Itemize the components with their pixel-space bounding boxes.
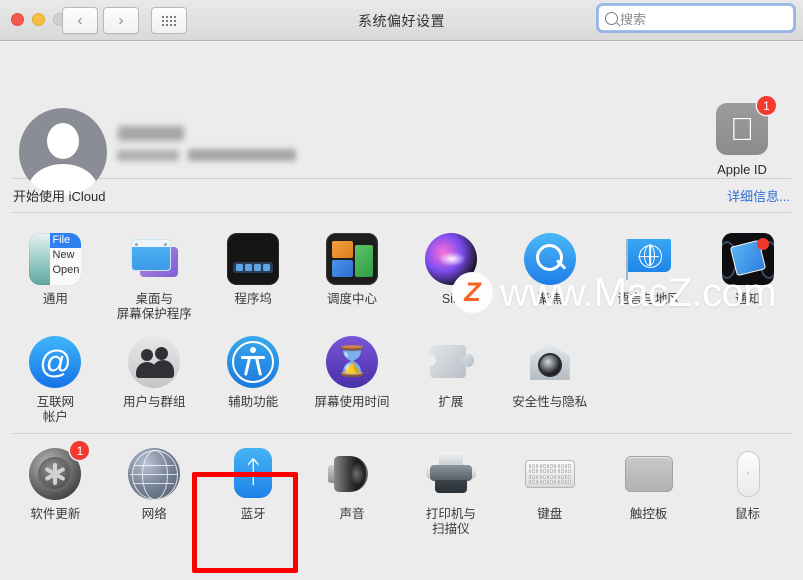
pref-label: 打印机与 扫描仪	[425, 507, 476, 536]
pref-internet-accounts[interactable]: @ 互联网 帐户	[6, 330, 105, 433]
preferences-content:  1 Apple ID 开始使用 iCloud 详细信息... File	[0, 41, 803, 551]
accessibility-icon	[227, 336, 280, 388]
spotlight-icon	[523, 233, 576, 285]
pref-accessibility[interactable]: 辅助功能	[204, 330, 303, 433]
search-placeholder: 搜索	[620, 11, 647, 27]
pref-label: 程序坞	[234, 292, 272, 306]
pref-network[interactable]: 网络	[105, 442, 204, 545]
pref-label: 辅助功能	[228, 395, 279, 409]
pref-label: 通用	[42, 292, 68, 306]
icloud-details-link[interactable]: 详细信息...	[727, 186, 790, 205]
pref-label: 桌面与 屏幕保护程序	[116, 292, 192, 321]
pref-security-privacy[interactable]: 安全性与隐私	[500, 330, 599, 433]
screen-time-icon: ⌛	[326, 336, 379, 388]
pref-sound[interactable]: 声音	[303, 442, 402, 545]
siri-icon	[424, 233, 477, 285]
pref-label: 键盘	[537, 507, 563, 521]
pref-trackpad[interactable]: 触控板	[599, 442, 698, 545]
bluetooth-icon: ᛏ	[234, 448, 273, 498]
pref-label: 鼠标	[735, 507, 761, 521]
notifications-icon	[721, 233, 774, 285]
pref-label: 触控板	[629, 507, 668, 521]
avatar-head	[47, 123, 79, 159]
pref-label: 声音	[339, 507, 365, 521]
pref-general[interactable]: File New Open 通用	[6, 227, 105, 330]
pref-bluetooth[interactable]: ᛏ 蓝牙	[204, 442, 303, 545]
apple-id-badge: 1	[757, 96, 776, 115]
extensions-icon	[425, 336, 477, 388]
printers-scanners-icon	[425, 448, 477, 500]
apple-logo-icon:  1	[716, 96, 776, 155]
security-privacy-icon	[524, 336, 576, 388]
pref-dock[interactable]: 程序坞	[204, 227, 303, 330]
general-icon: File New Open	[29, 233, 82, 285]
pref-label: 聚焦	[537, 292, 563, 306]
preference-grid: File New Open 通用 桌面与 屏幕保护程序 程序坞 调度中心 Sir…	[0, 213, 803, 551]
pref-label: 语言与地区	[617, 292, 680, 306]
preference-row-3: 1 软件更新 网络 ᛏ 蓝牙 声音 打印机与 扫描仪 键盘 触控板 鼠标	[0, 434, 803, 545]
pref-users-groups[interactable]: 用户与群组	[105, 330, 204, 433]
icloud-text: 开始使用 iCloud	[13, 189, 106, 204]
keyboard-icon	[524, 460, 575, 488]
pref-label: 用户与群组	[123, 395, 186, 409]
pref-empty-2	[698, 330, 797, 433]
pref-label: 扩展	[438, 395, 464, 409]
pref-label: 安全性与隐私	[512, 395, 588, 409]
software-update-icon: 1	[29, 441, 90, 500]
pref-keyboard[interactable]: 键盘	[500, 442, 599, 545]
keyboard-icon-wrap	[524, 448, 576, 500]
preference-row-2: @ 互联网 帐户 用户与群组 辅助功能 ⌛ 屏幕使用时间 扩展 安全性与隐私	[0, 330, 803, 433]
trackpad-icon	[624, 456, 673, 492]
pref-label: 互联网 帐户	[36, 395, 75, 424]
account-name-redacted	[118, 126, 184, 141]
pref-siri[interactable]: Siri	[402, 227, 501, 330]
trackpad-icon-wrap	[623, 448, 675, 500]
account-header:  1 Apple ID	[0, 41, 803, 196]
apple-id-item[interactable]:  1 Apple ID	[698, 96, 786, 177]
mission-control-icon	[326, 233, 379, 285]
pref-mission-control[interactable]: 调度中心	[303, 227, 402, 330]
language-region-icon	[623, 233, 675, 285]
pref-printers-scanners[interactable]: 打印机与 扫描仪	[402, 442, 501, 545]
pref-screen-time[interactable]: ⌛ 屏幕使用时间	[303, 330, 402, 433]
dock-icon	[227, 233, 280, 285]
pref-label: 屏幕使用时间	[314, 395, 390, 409]
pref-language-region[interactable]: 语言与地区	[599, 227, 698, 330]
system-preferences-window: ‹ › 系统偏好设置 搜索 1 Apple ID 开始使用 iCloud 详细信…	[0, 0, 803, 580]
search-icon	[605, 11, 618, 25]
pref-software-update[interactable]: 1 软件更新	[6, 441, 105, 545]
search-field[interactable]: 搜索	[598, 5, 794, 31]
mouse-icon-wrap	[722, 448, 774, 500]
bluetooth-icon-wrap: ᛏ	[227, 448, 279, 500]
pref-label: 通知	[735, 292, 761, 306]
icloud-row: 开始使用 iCloud 详细信息...	[0, 179, 803, 212]
network-icon	[128, 448, 181, 500]
software-update-badge: 1	[70, 441, 90, 460]
mouse-icon	[736, 451, 760, 497]
pref-label: 蓝牙	[240, 507, 266, 521]
account-detail-redacted-1	[117, 150, 179, 161]
apple-glyph: 	[730, 113, 754, 145]
account-detail-redacted-2	[188, 149, 296, 161]
sound-icon	[326, 448, 378, 500]
pref-label: 网络	[141, 507, 167, 521]
apple-id-label: Apple ID	[717, 162, 767, 177]
internet-accounts-icon: @	[29, 336, 82, 388]
pref-label: Siri	[441, 292, 460, 306]
pref-label: 调度中心	[327, 292, 378, 306]
desktop-screensaver-icon	[128, 233, 180, 285]
users-groups-icon	[128, 336, 181, 388]
pref-desktop-screensaver[interactable]: 桌面与 屏幕保护程序	[105, 227, 204, 330]
pref-label: 软件更新	[30, 507, 81, 521]
title-bar: ‹ › 系统偏好设置 搜索	[0, 0, 803, 41]
bluetooth-glyph: ᛏ	[244, 456, 263, 489]
pref-mouse[interactable]: 鼠标	[698, 442, 797, 545]
pref-notifications[interactable]: 通知	[698, 227, 797, 330]
preference-row-1: File New Open 通用 桌面与 屏幕保护程序 程序坞 调度中心 Sir…	[0, 227, 803, 330]
pref-empty-1	[599, 330, 698, 433]
pref-extensions[interactable]: 扩展	[402, 330, 501, 433]
pref-spotlight[interactable]: 聚焦	[500, 227, 599, 330]
